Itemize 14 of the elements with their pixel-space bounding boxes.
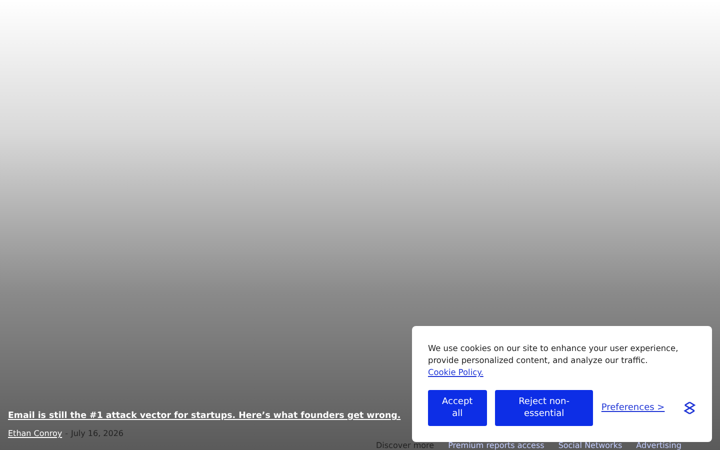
article-date: July 16, 2026	[70, 429, 124, 438]
reject-button[interactable]: Reject non-essential	[494, 390, 594, 426]
preferences-link[interactable]: Preferences >	[601, 403, 665, 413]
cookie-policy-link[interactable]: Cookie Policy.	[428, 367, 484, 377]
accept-all-button[interactable]: Accept all	[428, 390, 487, 426]
author-link[interactable]: Ethan Conroy	[8, 429, 62, 438]
separator: -	[65, 429, 68, 438]
discover-tag-link[interactable]: Social Networks	[558, 441, 622, 450]
discover-label: Discover more	[376, 441, 434, 450]
article-headline-link[interactable]: Email is still the #1 attack vector for startups. Here’s what founders get wrong.	[8, 411, 401, 421]
swirl-logo-icon	[682, 401, 696, 415]
cookie-message: We use cookies on our site to enhance your user experience, provide personalized content, and analyze our traffic. Cookie Policy.	[428, 342, 680, 378]
discover-tag-link[interactable]: Advertising	[636, 441, 682, 450]
discover-tag-link[interactable]: Premium reports access	[448, 441, 544, 450]
